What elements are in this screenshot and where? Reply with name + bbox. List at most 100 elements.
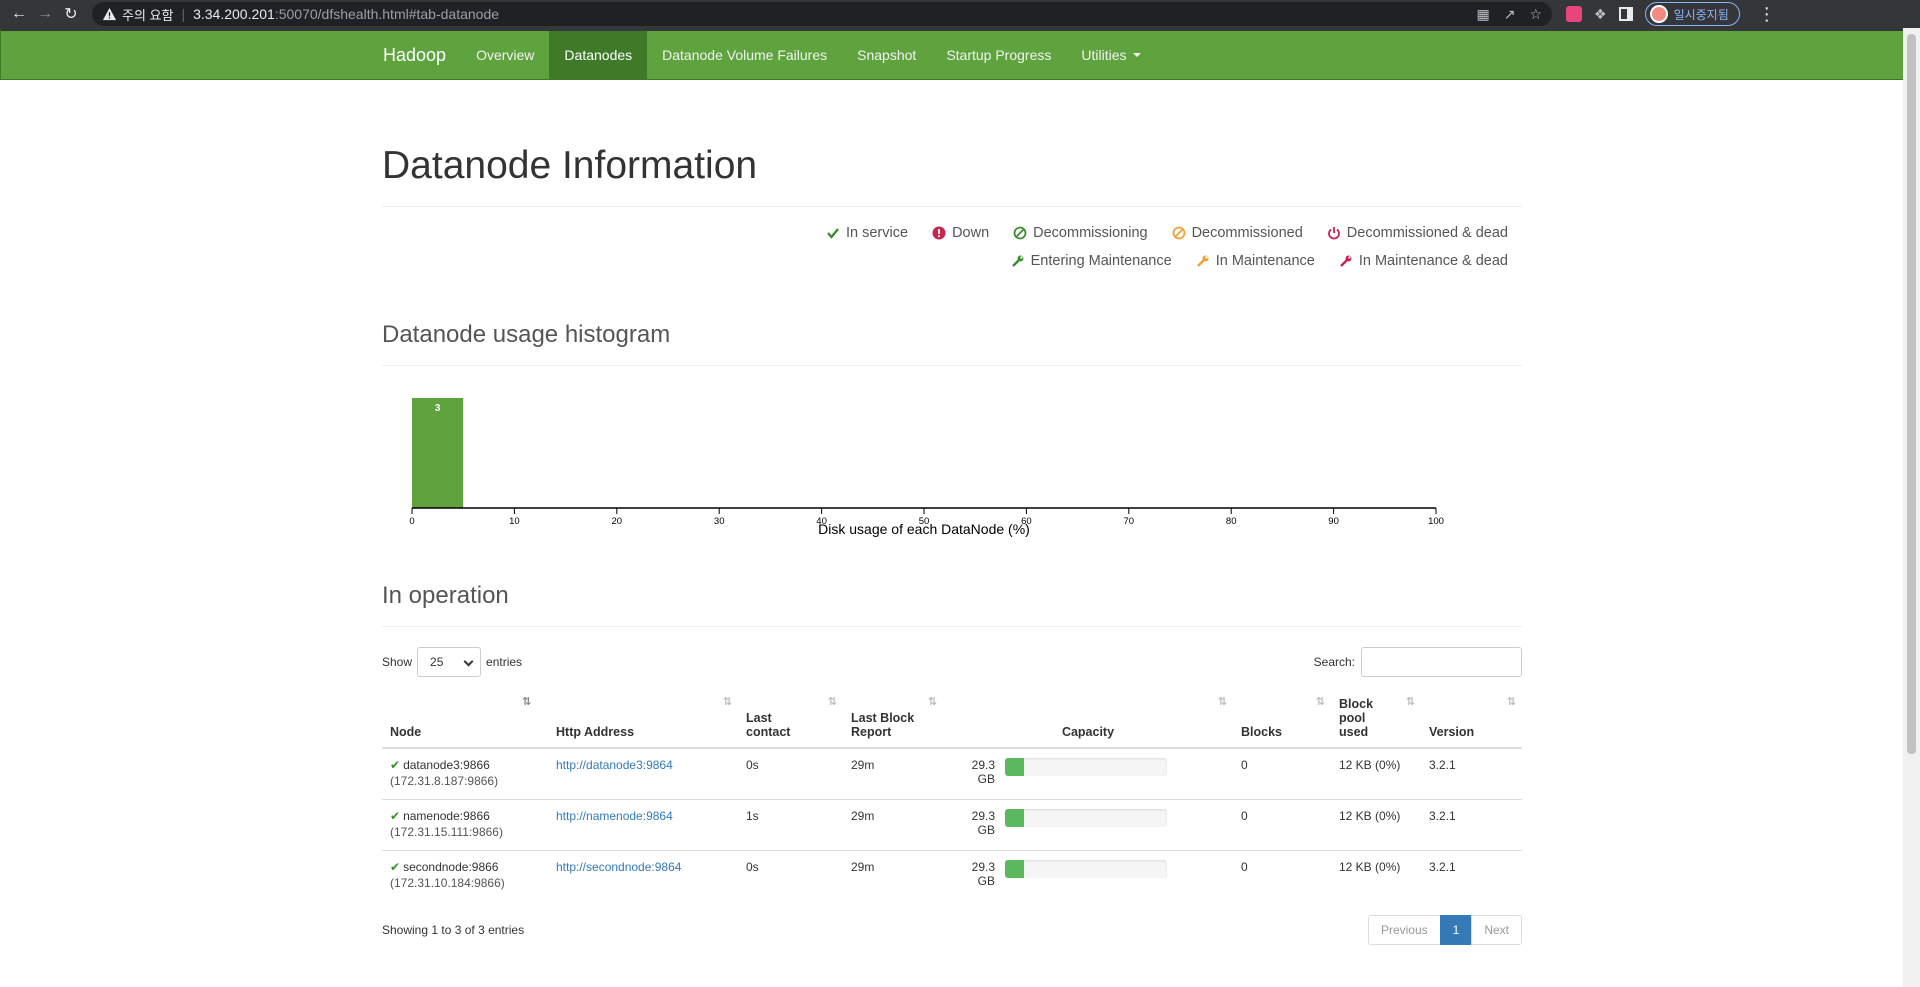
warning-label: 주의 요함 [122, 7, 174, 23]
nav-startup-progress[interactable]: Startup Progress [931, 31, 1066, 79]
capacity-cell: 29.3 GB [943, 747, 1233, 799]
search-label: Search: [1313, 655, 1355, 669]
block-pool-cell: 12 KB (0%) [1331, 747, 1421, 799]
col-http-address[interactable]: Http Address ⇅ [548, 689, 738, 749]
node-cell: ✔ datanode3:9866 (172.31.8.187:9866) [382, 747, 548, 799]
nav-datanodes[interactable]: Datanodes [549, 31, 648, 79]
profile-label: 일시중지됨 [1673, 7, 1729, 22]
col-blocks[interactable]: Blocks ⇅ [1233, 689, 1331, 749]
col-node[interactable]: Node ⇅ [382, 689, 548, 749]
nav-utilities[interactable]: Utilities [1066, 31, 1155, 79]
col-last-contact-label-2: contact [746, 725, 791, 739]
capacity-bar-fill [1005, 859, 1025, 878]
check-icon: ✔ [390, 758, 401, 772]
node-name: namenode:9866 [403, 808, 490, 823]
brand-link[interactable]: Hadoop [383, 31, 461, 79]
back-icon[interactable]: ← [6, 1, 32, 27]
next-button[interactable]: Next [1471, 915, 1522, 945]
col-last-block-label-1: Last Block [851, 711, 915, 725]
http-cell: http://datanode3:9864 [548, 747, 738, 799]
nav-utilities-label: Utilities [1081, 47, 1127, 63]
capacity-bar-fill [1005, 758, 1025, 776]
puzzle-icon[interactable]: ❖ [1594, 6, 1607, 23]
legend-decommissioned-dead: Decommissioned & dead [1346, 225, 1508, 241]
avatar [1649, 5, 1668, 23]
http-address-link[interactable]: http://datanode3:9864 [556, 758, 673, 772]
http-cell: http://namenode:9864 [548, 798, 738, 850]
x-tick-label: 70 [1124, 516, 1135, 527]
last-contact-cell: 0s [738, 747, 843, 799]
col-version-label: Version [1429, 725, 1475, 739]
bookmark-star-icon[interactable]: ☆ [1529, 6, 1542, 23]
operation-title: In operation [382, 582, 1522, 627]
sort-icon: ⇅ [1217, 696, 1227, 708]
profile-button[interactable]: 일시중지됨 [1644, 2, 1740, 26]
caret-down-icon [1132, 53, 1141, 57]
capacity-cell: 29.3 GB [943, 849, 1233, 901]
top-navbar: Hadoop Overview Datanodes Datanode Volum… [0, 28, 1920, 80]
capacity-value: 29.3 GB [971, 808, 995, 837]
http-address-link[interactable]: http://namenode:9864 [556, 809, 673, 823]
wrench-icon-green [1011, 255, 1024, 267]
scrollbar-thumb[interactable] [1907, 34, 1916, 754]
sort-icon: ⇅ [827, 696, 837, 708]
table-footer: Showing 1 to 3 of 3 entries Previous 1 N… [382, 915, 1522, 945]
node-name: datanode3:9866 [403, 758, 490, 772]
histogram-bar-label: 3 [435, 403, 441, 414]
capacity-cell: 29.3 GB [943, 798, 1233, 850]
table-row: ✔ datanode3:9866 (172.31.8.187:9866) http:… [382, 747, 1522, 799]
capacity-value: 29.3 GB [971, 859, 995, 888]
col-capacity[interactable]: Capacity ⇅ [943, 689, 1233, 749]
version-cell: 3.2.1 [1421, 747, 1522, 799]
legend-entering-maintenance: Entering Maintenance [1030, 253, 1172, 269]
capacity-bar [1005, 859, 1167, 878]
usage-histogram: 3 0 10 20 30 40 50 60 70 80 90 100 Disk usage of eac… [382, 388, 1522, 538]
last-block-report-cell: 29m [843, 798, 943, 850]
col-pool-label-3: used [1339, 725, 1369, 739]
col-last-block-report[interactable]: Last Block Report ⇅ [843, 689, 943, 749]
x-tick-label: 20 [612, 516, 623, 527]
table-controls: Show 25 entries Search: [382, 647, 1522, 677]
translate-icon[interactable]: ▦ [1476, 6, 1489, 23]
address-bar[interactable]: 주의 요함 | 3.34.200.201:50070/dfshealth.htm… [92, 2, 1552, 26]
col-pool-label-1: Block [1339, 697, 1374, 711]
col-version[interactable]: Version ⇅ [1421, 689, 1522, 749]
col-last-contact-label-1: Last [746, 711, 772, 725]
search-control: Search: [1314, 647, 1522, 677]
sort-icon: ⇅ [1506, 696, 1516, 708]
url-separator: | [181, 6, 186, 22]
nav-overview[interactable]: Overview [461, 31, 549, 79]
page-1-button[interactable]: 1 [1439, 915, 1473, 945]
col-block-pool-used[interactable]: Block pool used ⇅ [1331, 689, 1421, 749]
legend-in-maintenance-dead: In Maintenance & dead [1358, 253, 1508, 269]
previous-button[interactable]: Previous [1367, 915, 1441, 945]
col-last-contact[interactable]: Last contact ⇅ [738, 689, 843, 749]
histogram-title: Datanode usage histogram [382, 321, 1522, 366]
entries-select[interactable]: 25 [417, 647, 482, 677]
check-icon: ✔ [390, 808, 401, 823]
nav-snapshot[interactable]: Snapshot [842, 31, 931, 79]
nav-volume-failures[interactable]: Datanode Volume Failures [647, 31, 842, 79]
http-address-link[interactable]: http://secondnode:9864 [556, 860, 681, 874]
show-label: Show [382, 655, 413, 669]
wrench-icon-orange [1196, 255, 1209, 267]
node-ip: (172.31.10.184:9866) [390, 875, 505, 890]
reload-icon[interactable]: ↻ [58, 1, 84, 27]
node-name: secondnode:9866 [403, 859, 499, 874]
more-menu-icon[interactable]: ⋮ [1758, 4, 1776, 25]
x-axis-label: Disk usage of each DataNode (%) [818, 521, 1030, 537]
share-icon[interactable]: ↗ [1504, 6, 1516, 23]
security-warning[interactable]: 주의 요함 [102, 5, 173, 24]
extension-icon[interactable] [1566, 6, 1582, 22]
table-row: ✔ namenode:9866 (172.31.15.111:9866) http:… [382, 798, 1522, 850]
page-scrollbar[interactable] [1903, 28, 1920, 987]
block-pool-cell: 12 KB (0%) [1331, 849, 1421, 901]
status-legend: In service Down Decommissioning Decommis… [382, 225, 1522, 281]
histogram-bar [412, 398, 464, 508]
side-panel-icon[interactable] [1618, 7, 1633, 21]
last-block-report-cell: 29m [843, 849, 943, 901]
capacity-bar-fill [1005, 808, 1025, 827]
search-input[interactable] [1361, 647, 1522, 677]
datanode-table: Node ⇅ Http Address ⇅ Last contact ⇅ Last Bl… [382, 689, 1522, 901]
forward-icon[interactable]: → [32, 1, 58, 27]
